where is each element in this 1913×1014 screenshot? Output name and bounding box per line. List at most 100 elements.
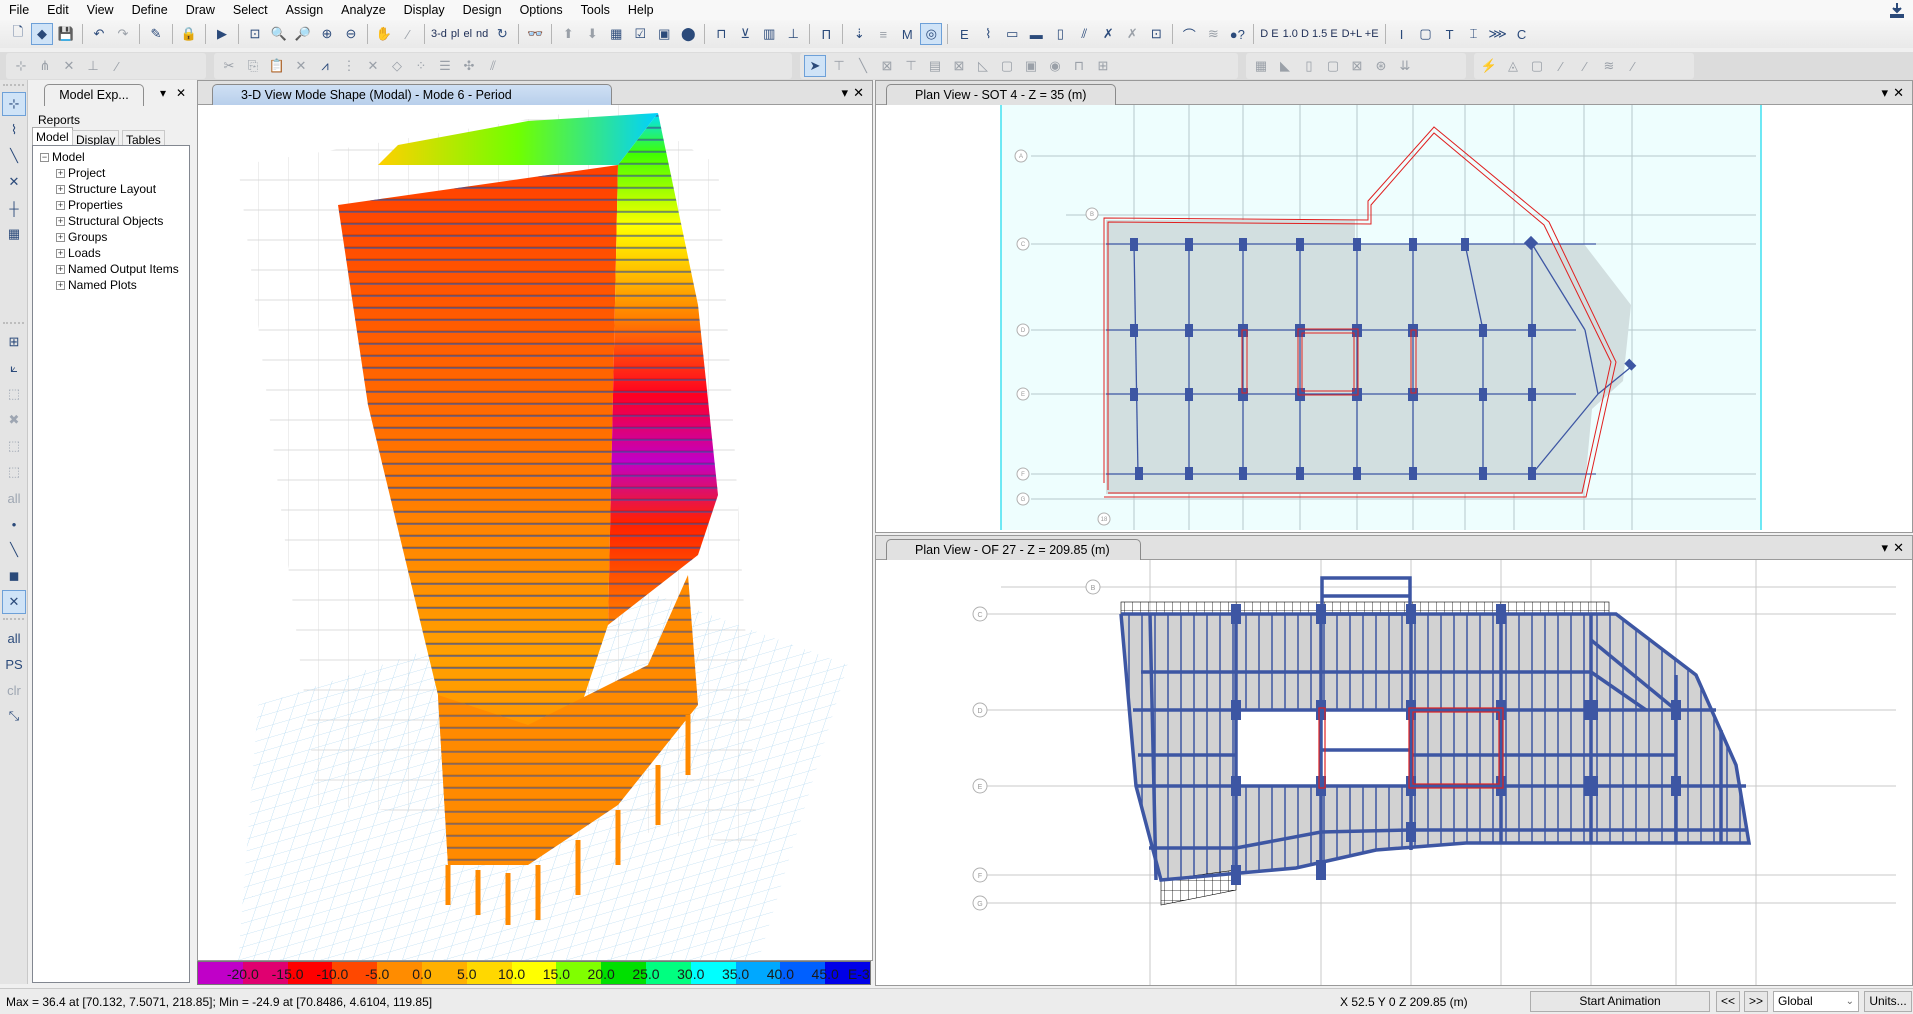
next-button[interactable]: >> bbox=[1744, 991, 1768, 1012]
rubber-band-icon[interactable]: ⁄ bbox=[397, 23, 419, 45]
assign-shell-icon[interactable]: ◣ bbox=[1274, 55, 1296, 77]
pencil-icon[interactable]: ✎ bbox=[145, 23, 167, 45]
dropdown-icon[interactable]: ▾ bbox=[160, 86, 166, 100]
replicate-icon[interactable]: ⩘ bbox=[314, 55, 336, 77]
draw-column-point-icon[interactable]: ┼ bbox=[2, 196, 26, 220]
frame-forces-icon[interactable]: M bbox=[896, 23, 918, 45]
snap-perpendicular-icon[interactable]: ⊥ bbox=[82, 55, 104, 77]
menu-analyze[interactable]: Analyze bbox=[332, 0, 394, 20]
check-icon[interactable]: ☑ bbox=[629, 23, 651, 45]
zoom-previous-icon[interactable]: 🔎 bbox=[292, 23, 314, 45]
energy-diagram-icon[interactable]: ≡ bbox=[872, 23, 894, 45]
menu-display[interactable]: Display bbox=[395, 0, 454, 20]
select-window-icon[interactable]: ⬚ bbox=[2, 382, 26, 406]
tree-node-named-plots[interactable]: + Named Plots bbox=[33, 277, 189, 293]
menu-draw[interactable]: Draw bbox=[177, 0, 224, 20]
view-3d-button[interactable]: 3-d bbox=[429, 28, 449, 40]
start-animation-button[interactable]: Start Animation bbox=[1530, 991, 1710, 1012]
combo-factors-button[interactable]: 1.0 D 1.5 E bbox=[1281, 28, 1340, 40]
draw-polyline-icon[interactable]: ⌇ bbox=[2, 118, 26, 142]
close-icon[interactable]: ✕ bbox=[853, 85, 864, 101]
response-spectrum-icon[interactable]: ⌒ bbox=[1178, 23, 1200, 45]
assign-diaphragm-icon[interactable]: ⊠ bbox=[1346, 55, 1368, 77]
extrude-icon[interactable]: ⫽ bbox=[482, 55, 504, 77]
zoom-out-icon[interactable]: ⊖ bbox=[340, 23, 362, 45]
draw-beam-line-icon[interactable]: ╲ bbox=[2, 144, 26, 168]
stretch-icon[interactable]: ☰ bbox=[434, 55, 456, 77]
assign-load-icon[interactable]: ⇊ bbox=[1394, 55, 1416, 77]
draw-cross-brace-icon[interactable]: ✕ bbox=[2, 170, 26, 194]
save-icon[interactable]: 💾 bbox=[55, 23, 77, 45]
combo-dl-button[interactable]: D+L +E bbox=[1340, 28, 1381, 40]
menu-define[interactable]: Define bbox=[123, 0, 177, 20]
expand-icon[interactable]: + bbox=[56, 233, 65, 243]
view-plan-button[interactable]: pl bbox=[449, 28, 462, 40]
load-uniform-icon[interactable]: ▢ bbox=[1526, 55, 1548, 77]
load-area-icon[interactable]: ◬ bbox=[1502, 55, 1524, 77]
draw-opening-icon[interactable]: ◉ bbox=[1044, 55, 1066, 77]
deformed-shape-icon[interactable]: Π bbox=[815, 23, 837, 45]
view-elevation-button[interactable]: el bbox=[461, 28, 474, 40]
design-concrete-icon[interactable]: E bbox=[953, 23, 975, 45]
draw-wall-icon[interactable]: ▣ bbox=[1020, 55, 1042, 77]
menu-select[interactable]: Select bbox=[224, 0, 277, 20]
select-area-icon[interactable]: ◼ bbox=[2, 564, 26, 588]
invert-selection-icon[interactable]: ⤡ bbox=[2, 704, 26, 728]
extrusion-icon[interactable]: ⬤ bbox=[677, 23, 699, 45]
object-shrink-icon[interactable]: ▣ bbox=[653, 23, 675, 45]
assign-frame-icon[interactable]: ▦ bbox=[1250, 55, 1272, 77]
tab-model[interactable]: Model bbox=[32, 127, 73, 147]
dropdown-icon[interactable]: ▾ bbox=[841, 85, 848, 101]
select-grid-icon[interactable]: ⊞ bbox=[2, 330, 26, 354]
units-button[interactable]: Units... bbox=[1864, 991, 1912, 1012]
rotate-icon[interactable]: ↻ bbox=[491, 23, 513, 45]
undo-icon[interactable]: ↶ bbox=[88, 23, 110, 45]
assign-wall-icon[interactable]: ▯ bbox=[1298, 55, 1320, 77]
show-forces-icon[interactable]: ▥ bbox=[758, 23, 780, 45]
select-all-icon[interactable]: all bbox=[2, 486, 26, 510]
expand-icon[interactable]: + bbox=[56, 201, 65, 211]
draw-brace-icon[interactable]: ⊠ bbox=[948, 55, 970, 77]
tree-node-loads[interactable]: + Loads bbox=[33, 245, 189, 261]
redo-icon[interactable]: ↷ bbox=[112, 23, 134, 45]
cut-icon[interactable]: ✂ bbox=[218, 55, 240, 77]
expand-icon[interactable]: + bbox=[56, 281, 65, 291]
expand-icon[interactable]: + bbox=[56, 265, 65, 275]
draw-frame-icon[interactable]: ⊠ bbox=[876, 55, 898, 77]
previous-selection-icon[interactable]: PS bbox=[2, 652, 26, 676]
snap-points-icon[interactable]: ⊹ bbox=[10, 55, 32, 77]
load-wind-icon[interactable]: ≋ bbox=[1598, 55, 1620, 77]
open-model-icon[interactable]: ◆ bbox=[31, 23, 53, 45]
draw-area-icon[interactable]: ▢ bbox=[996, 55, 1018, 77]
draw-floor-icon[interactable]: ◺ bbox=[972, 55, 994, 77]
glasses-icon[interactable]: 👓 bbox=[524, 23, 546, 45]
rect-section-icon[interactable]: ▢ bbox=[1415, 23, 1437, 45]
design-slab-icon[interactable]: ▭ bbox=[1001, 23, 1023, 45]
select-prop-icon[interactable]: ⬚ bbox=[2, 460, 26, 484]
design-composite-icon[interactable]: ▬ bbox=[1025, 23, 1047, 45]
menu-tools[interactable]: Tools bbox=[572, 0, 619, 20]
i-section-icon[interactable]: I bbox=[1391, 23, 1413, 45]
expand-icon[interactable]: + bbox=[56, 217, 65, 227]
new-model-icon[interactable]: 🗋 bbox=[7, 23, 29, 45]
combo-de-button[interactable]: D E bbox=[1258, 28, 1280, 40]
load-distributed-icon[interactable]: ⁄ bbox=[1550, 55, 1572, 77]
draw-grid-icon[interactable]: ⊞ bbox=[1092, 55, 1114, 77]
draw-dimension-icon[interactable]: ⊓ bbox=[1068, 55, 1090, 77]
paste-icon[interactable]: 📋 bbox=[266, 55, 288, 77]
undeformed-shape-icon[interactable]: ⊓ bbox=[710, 23, 732, 45]
menu-options[interactable]: Options bbox=[511, 0, 572, 20]
tree-node-structural-objects[interactable]: + Structural Objects bbox=[33, 213, 189, 229]
zoom-restore-icon[interactable]: 🔍 bbox=[268, 23, 290, 45]
expand-icon[interactable]: + bbox=[56, 169, 65, 179]
close-icon[interactable]: ✕ bbox=[1893, 540, 1904, 556]
draw-joint-icon[interactable]: ⊹ bbox=[2, 92, 26, 116]
merge-icon[interactable]: ◇ bbox=[386, 55, 408, 77]
menu-file[interactable]: File bbox=[0, 0, 38, 20]
expand-icon[interactable]: + bbox=[56, 249, 65, 259]
zoom-window-icon[interactable]: ⊡ bbox=[244, 23, 266, 45]
select-intersect-icon[interactable]: ✕ bbox=[2, 590, 26, 614]
show-loads-icon[interactable]: ⊻ bbox=[734, 23, 756, 45]
design-wall-icon[interactable]: ▯ bbox=[1049, 23, 1071, 45]
select-axis-icon[interactable]: ⟀ bbox=[2, 356, 26, 380]
